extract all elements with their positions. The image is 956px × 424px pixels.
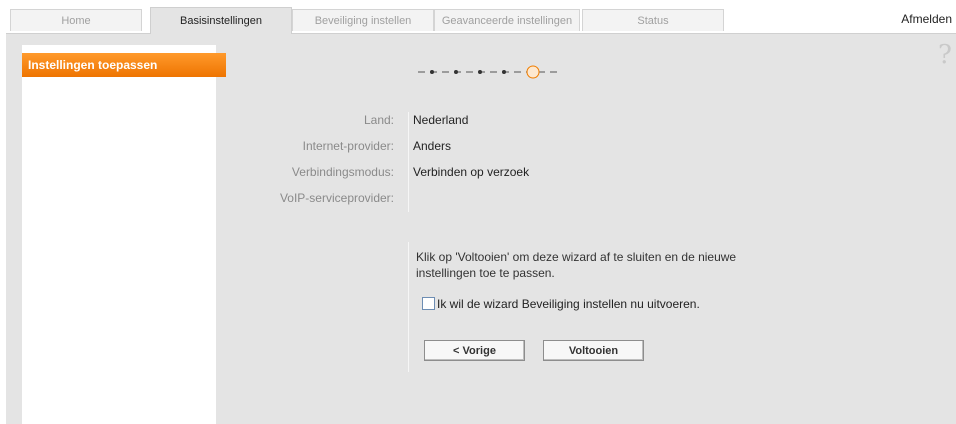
summary-row-voip-serviceprovider: VoIP-serviceprovider: (216, 191, 956, 207)
wizard-progress-indicator (418, 65, 560, 79)
run-security-wizard-label[interactable]: Ik wil de wizard Beveiliging instellen n… (437, 297, 700, 311)
summary-value-verbindingsmodus: Verbinden op verzoek (413, 165, 530, 179)
progress-step-1 (430, 70, 434, 74)
help-icon[interactable]: ? (938, 40, 952, 70)
tab-home[interactable]: Home (10, 9, 142, 31)
run-security-wizard-option[interactable]: Ik wil de wizard Beveiliging instellen n… (422, 297, 700, 311)
progress-step-4 (502, 70, 506, 74)
tab-bar: Home Basisinstellingen Beveiliging inste… (0, 0, 956, 34)
tab-beveiliging-instellen[interactable]: Beveiliging instellen (292, 9, 434, 31)
tab-status[interactable]: Status (582, 9, 724, 31)
summary-label-internet-provider: Internet-provider: (302, 139, 394, 153)
summary-label-voip-serviceprovider: VoIP-serviceprovider: (279, 191, 394, 205)
tab-basisinstellingen[interactable]: Basisinstellingen (150, 7, 292, 34)
wizard-finish-info: Klik op 'Voltooien' om deze wizard af te… (416, 250, 737, 280)
progress-step-5-current (526, 65, 540, 79)
tab-geavanceerde-instellingen[interactable]: Geavanceerde instellingen (434, 9, 580, 31)
summary-row-internet-provider: Internet-provider: Anders (216, 139, 956, 155)
sidebar-item-instellingen-toepassen[interactable]: Instellingen toepassen (22, 53, 226, 77)
main-frame: Instellingen toepassen ? Land: Nederland… (6, 33, 956, 424)
logout-link[interactable]: Afmelden (901, 12, 952, 26)
progress-step-3 (478, 70, 482, 74)
wizard-content: ? Land: Nederland Internet-provider: And… (216, 34, 956, 424)
progress-step-2 (454, 70, 458, 74)
summary-row-verbindingsmodus: Verbindingsmodus: Verbinden op verzoek (216, 165, 956, 181)
summary-value-land: Nederland (413, 113, 469, 127)
summary-row-land: Land: Nederland (216, 113, 956, 129)
info-divider (408, 242, 409, 372)
sidebar: Instellingen toepassen (22, 45, 226, 424)
finish-button[interactable]: Voltooien (543, 340, 644, 361)
run-security-wizard-checkbox[interactable] (422, 297, 435, 310)
summary-label-verbindingsmodus: Verbindingsmodus: (291, 165, 394, 179)
back-button[interactable]: < Vorige (424, 340, 525, 361)
summary-value-internet-provider: Anders (413, 139, 452, 153)
summary-label-land: Land: (363, 113, 394, 127)
